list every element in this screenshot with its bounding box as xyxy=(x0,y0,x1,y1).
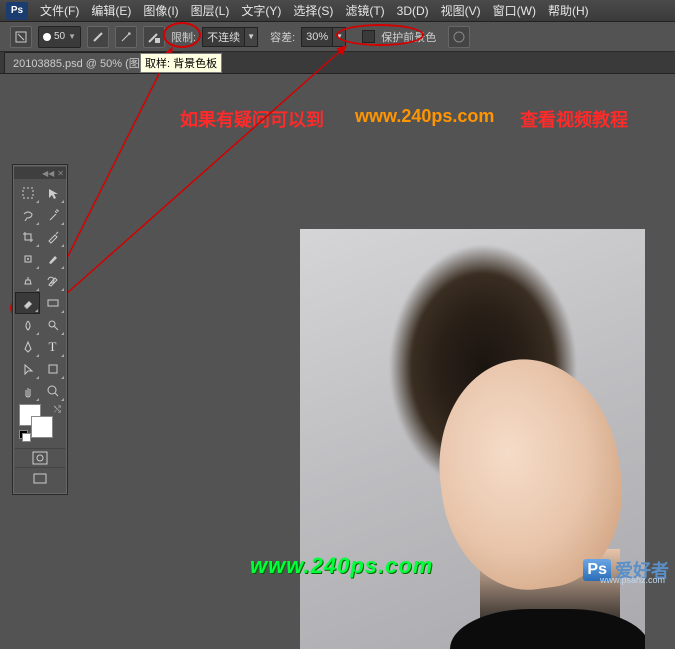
canvas-image[interactable] xyxy=(300,229,645,649)
brush-preset-picker[interactable]: 50 ▼ xyxy=(38,26,81,48)
tool-crop[interactable] xyxy=(15,226,40,248)
tolerance-label: 容差: xyxy=(270,29,295,45)
menu-image[interactable]: 图像(I) xyxy=(137,2,184,19)
tool-dodge[interactable] xyxy=(40,314,65,336)
tool-preset-icon[interactable] xyxy=(10,26,32,48)
menu-view[interactable]: 视图(V) xyxy=(435,2,487,19)
tool-background-eraser[interactable] xyxy=(15,292,40,314)
tool-gradient[interactable] xyxy=(40,292,65,314)
tool-hand[interactable] xyxy=(15,380,40,402)
document-tab-bar: 20103885.psd @ 50% (图层 ⬥ 副 xyxy=(0,52,675,74)
tool-eyedropper[interactable] xyxy=(40,226,65,248)
background-color[interactable] xyxy=(31,416,53,438)
menu-layer[interactable]: 图层(L) xyxy=(185,2,236,19)
tool-history-brush[interactable] xyxy=(40,270,65,292)
tool-shape[interactable] xyxy=(40,358,65,380)
limit-select[interactable]: 不连续 xyxy=(202,27,245,47)
menu-type[interactable]: 文字(Y) xyxy=(235,2,287,19)
menu-filter[interactable]: 滤镜(T) xyxy=(339,2,390,19)
default-colors-icon[interactable] xyxy=(19,430,29,440)
watermark-small-url: www.psahz.com xyxy=(600,575,665,585)
annotation-ellipse-tolerance xyxy=(336,24,424,46)
tool-marquee[interactable] xyxy=(15,182,40,204)
tool-move[interactable] xyxy=(40,182,65,204)
brush-size-value: 50 xyxy=(54,31,65,42)
sampling-continuous-icon[interactable] xyxy=(87,26,109,48)
menu-bar: Ps 文件(F) 编辑(E) 图像(I) 图层(L) 文字(Y) 选择(S) 滤… xyxy=(0,0,675,22)
tool-zoom[interactable] xyxy=(40,380,65,402)
menu-3d[interactable]: 3D(D) xyxy=(391,4,435,18)
tool-path-selection[interactable] xyxy=(15,358,40,380)
menu-select[interactable]: 选择(S) xyxy=(287,2,339,19)
annotation-text-2: 查看视频教程 xyxy=(520,106,628,132)
sampling-bgswatch-icon[interactable]: 取样: 背景色板 xyxy=(143,26,165,48)
menu-help[interactable]: 帮助(H) xyxy=(542,2,595,19)
canvas-area: 如果有疑问可以到 www.240ps.com 查看视频教程 xyxy=(0,74,675,587)
tools-panel: ◀◀✕ T ⤭ xyxy=(12,164,68,495)
watermark-url-green: www.240ps.com xyxy=(250,553,433,579)
brush-preview-icon xyxy=(43,33,51,41)
annotation-ellipse-sampling xyxy=(163,22,201,48)
pressure-icon[interactable] xyxy=(448,26,470,48)
quick-mask-toggle[interactable] xyxy=(15,448,65,468)
tool-lasso[interactable] xyxy=(15,204,40,226)
sampling-tooltip: 取样: 背景色板 xyxy=(140,53,222,73)
tool-brush[interactable] xyxy=(40,248,65,270)
tool-magic-wand[interactable] xyxy=(40,204,65,226)
tools-panel-header[interactable]: ◀◀✕ xyxy=(14,167,66,179)
tool-blur[interactable] xyxy=(15,314,40,336)
menu-file[interactable]: 文件(F) xyxy=(34,2,85,19)
annotation-text-1: 如果有疑问可以到 xyxy=(180,106,324,132)
color-swatches[interactable]: ⤭ xyxy=(15,402,65,448)
menu-window[interactable]: 窗口(W) xyxy=(487,2,542,19)
tool-type[interactable]: T xyxy=(40,336,65,358)
tolerance-value[interactable]: 30% xyxy=(301,27,333,47)
app-logo: Ps xyxy=(6,2,28,20)
limit-select-caret[interactable]: ▼ xyxy=(244,27,258,47)
tool-healing[interactable] xyxy=(15,248,40,270)
chevron-down-icon: ▼ xyxy=(68,32,76,41)
swap-colors-icon[interactable]: ⤭ xyxy=(54,404,61,415)
sampling-once-icon[interactable] xyxy=(115,26,137,48)
tool-clone-stamp[interactable] xyxy=(15,270,40,292)
annotation-url: www.240ps.com xyxy=(355,106,494,127)
document-tab-label: 20103885.psd @ 50% (图层 xyxy=(13,55,151,71)
menu-edit[interactable]: 编辑(E) xyxy=(85,2,137,19)
tool-pen[interactable] xyxy=(15,336,40,358)
screen-mode-toggle[interactable] xyxy=(15,468,65,490)
